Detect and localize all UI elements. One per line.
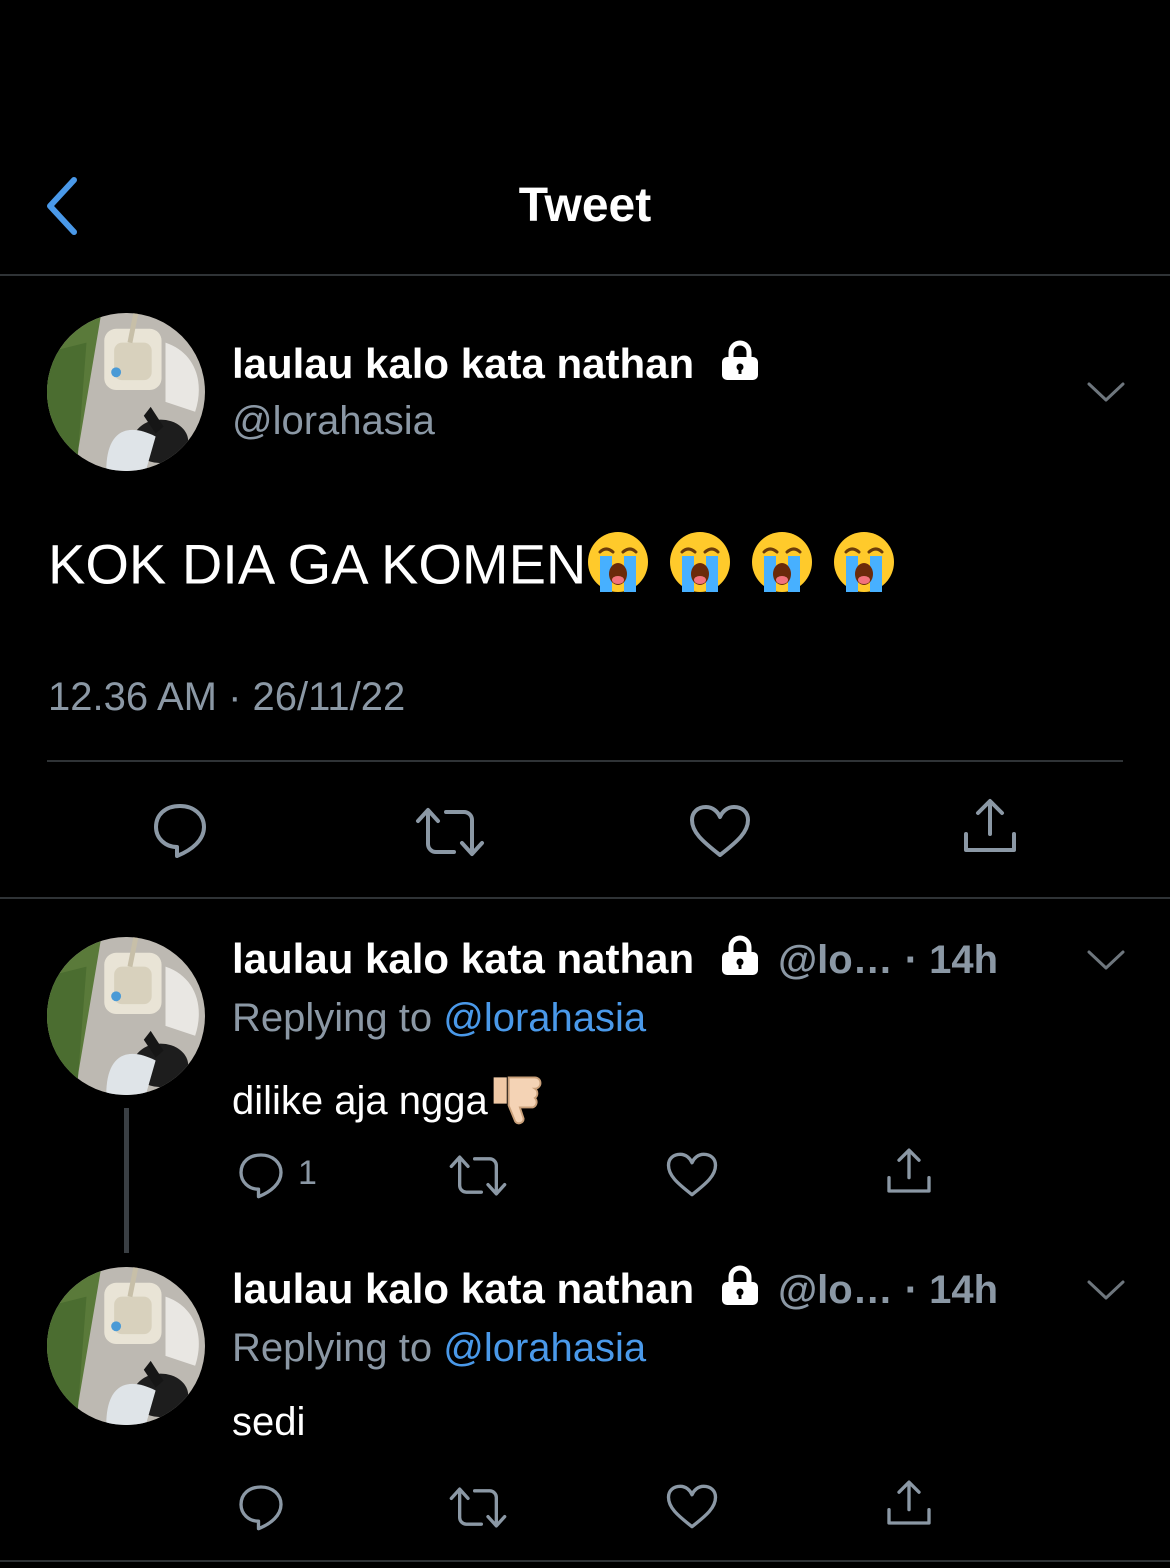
reply-text: sedi <box>232 1400 306 1444</box>
reply-author-row[interactable]: laulau kalo kata nathan @lo… · 14h <box>232 935 998 983</box>
main-tweet-author-row[interactable]: laulau kalo kata nathan <box>232 340 762 388</box>
reply-time: · 14h <box>904 1268 999 1312</box>
header-divider <box>0 274 1170 276</box>
reply-text-row: dilike aja ngga <box>232 1068 548 1138</box>
tweet-text-row: KOK DIA GA KOMEN <box>48 530 898 607</box>
lock-icon <box>718 1265 762 1305</box>
reply-author-row[interactable]: laulau kalo kata nathan @lo… · 14h <box>232 1265 998 1313</box>
replying-to-label: Replying to <box>232 996 433 1040</box>
section-divider <box>0 897 1170 899</box>
retweet-icon[interactable] <box>448 1484 508 1531</box>
lock-icon <box>718 340 762 380</box>
chevron-down-icon[interactable] <box>1086 948 1126 972</box>
replying-to-row: Replying to @lorahasia <box>232 1326 646 1371</box>
page-title: Tweet <box>518 179 652 232</box>
avatar[interactable] <box>47 1267 205 1425</box>
chevron-down-icon[interactable] <box>1086 380 1126 404</box>
replying-to-link[interactable]: @lorahasia <box>443 996 646 1040</box>
bottom-divider <box>0 1560 1170 1562</box>
like-icon[interactable] <box>665 1151 719 1198</box>
chevron-down-icon[interactable] <box>1086 1278 1126 1302</box>
replying-to-row: Replying to @lorahasia <box>232 996 646 1041</box>
thumbs-down-emoji <box>488 1068 548 1138</box>
handle[interactable]: @lo… <box>778 1268 893 1312</box>
reply-time: · 14h <box>904 938 999 982</box>
reply-button[interactable]: 1 <box>236 1150 326 1200</box>
timestamp: 12.36 AM · 26/11/22 <box>48 675 406 719</box>
share-icon[interactable] <box>884 1146 934 1196</box>
display-name[interactable]: laulau kalo kata nathan <box>232 1265 694 1312</box>
tweet-text: KOK DIA GA KOMEN <box>48 532 587 596</box>
share-icon[interactable] <box>884 1478 934 1528</box>
like-icon[interactable] <box>665 1483 719 1530</box>
like-icon[interactable] <box>688 803 752 859</box>
tweet-divider <box>47 760 1123 762</box>
lock-icon <box>718 935 762 975</box>
replying-to-link[interactable]: @lorahasia <box>443 1326 646 1370</box>
thread-line <box>124 1108 129 1253</box>
replying-to-label: Replying to <box>232 1326 433 1370</box>
avatar[interactable] <box>47 313 205 471</box>
avatar[interactable] <box>47 937 205 1095</box>
handle[interactable]: @lorahasia <box>232 399 435 444</box>
reply-icon <box>236 1150 286 1200</box>
display-name[interactable]: laulau kalo kata nathan <box>232 935 694 982</box>
retweet-icon[interactable] <box>414 804 486 860</box>
retweet-icon[interactable] <box>448 1152 508 1199</box>
reply-text: dilike aja ngga <box>232 1079 488 1123</box>
crying-face-emoji <box>586 530 898 607</box>
handle[interactable]: @lo… <box>778 938 893 982</box>
reply-icon[interactable] <box>236 1482 286 1532</box>
share-icon[interactable] <box>960 796 1020 856</box>
reply-icon[interactable] <box>150 800 210 860</box>
display-name[interactable]: laulau kalo kata nathan <box>232 340 694 387</box>
reply-count: 1 <box>298 1154 317 1192</box>
